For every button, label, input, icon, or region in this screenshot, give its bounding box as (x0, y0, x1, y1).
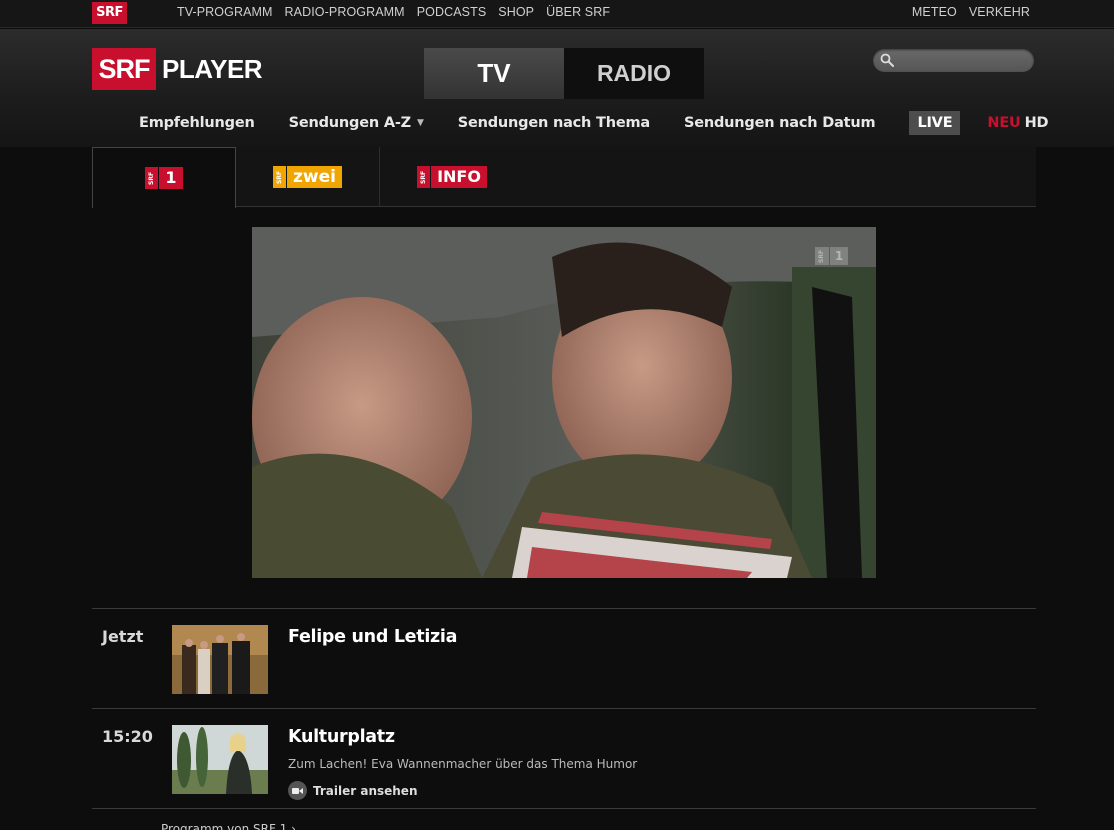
programme-list: Jetzt Felipe und Letizia 15:20 Kulturpla… (92, 608, 1036, 809)
channel-srf1[interactable]: SRF 1 (92, 147, 236, 208)
video-camera-icon (288, 781, 307, 800)
srf-zwei-logo-name: zwei (287, 166, 342, 188)
srf1-logo-srf: SRF (145, 167, 159, 189)
channel-watermark: SRF 1 (815, 247, 848, 265)
nav-sendungen-datum-label: Sendungen nach Datum (683, 115, 876, 131)
srf-info-logo-name: INFO (431, 166, 487, 188)
link-meteo[interactable]: METEO (912, 5, 957, 19)
programme-description: Zum Lachen! Eva Wannenmacher über das Th… (288, 757, 638, 771)
tab-radio[interactable]: RADIO (564, 48, 704, 99)
trailer-label: Trailer ansehen (313, 783, 418, 798)
nav-empfehlungen-label: Empfehlungen (139, 115, 255, 131)
search-box[interactable] (873, 49, 1034, 72)
srf-info-logo: SRF INFO (417, 166, 487, 188)
programme-time: Jetzt (102, 627, 144, 646)
srf-logo[interactable]: SRF (92, 2, 127, 24)
programme-row[interactable]: Jetzt Felipe und Letizia (92, 608, 1036, 708)
srf-zwei-logo-srf: SRF (273, 166, 287, 188)
watermark-num: 1 (830, 247, 848, 265)
trailer-link[interactable]: Trailer ansehen (288, 781, 418, 800)
watermark-srf: SRF (815, 247, 829, 265)
srf1-logo: SRF 1 (145, 167, 183, 189)
programme-time: 15:20 (102, 727, 153, 746)
search-input[interactable] (897, 51, 1027, 70)
programme-more-link[interactable]: Programm von SRF 1 › (161, 822, 296, 830)
caret-down-icon: ▼ (417, 118, 424, 128)
srf1-logo-name: 1 (159, 167, 183, 189)
utility-bar: SRF TV-PROGRAMM RADIO-PROGRAMM PODCASTS … (0, 0, 1114, 28)
srf-zwei-logo: SRF zwei (273, 166, 342, 188)
video-frame (252, 227, 876, 578)
nav-sendungen-thema-label: Sendungen nach Thema (457, 115, 650, 131)
nav-sendungen-a-z-label: Sendungen A-Z (288, 115, 412, 131)
utility-nav-left: TV-PROGRAMM RADIO-PROGRAMM PODCASTS SHOP… (177, 0, 622, 24)
nav-sendungen-datum[interactable]: Sendungen nach Datum (683, 115, 876, 131)
player-header: SRF PLAYER TV RADIO Empfehlungen Sendung… (0, 29, 1114, 147)
media-tabs: TV RADIO (424, 48, 704, 99)
nav-sendungen-a-z[interactable]: Sendungen A-Z ▼ (289, 115, 424, 131)
list-divider (92, 808, 1036, 809)
programme-thumbnail[interactable] (172, 725, 268, 794)
link-ueber-srf[interactable]: ÜBER SRF (546, 5, 610, 19)
tab-tv[interactable]: TV (424, 48, 564, 99)
main-nav: Empfehlungen Sendungen A-Z ▼ Sendungen n… (92, 99, 1049, 147)
srf-player-logo[interactable]: SRF PLAYER (92, 48, 263, 90)
link-verkehr[interactable]: VERKEHR (969, 5, 1030, 19)
neu-label: NEU (987, 115, 1021, 131)
nav-sendungen-thema[interactable]: Sendungen nach Thema (458, 115, 650, 131)
channel-tabs: SRF 1 SRF zwei SRF INFO (92, 147, 1036, 208)
nav-empfehlungen[interactable]: Empfehlungen (139, 115, 255, 131)
link-podcasts[interactable]: PODCASTS (417, 5, 487, 19)
link-radio-programm[interactable]: RADIO-PROGRAMM (285, 5, 405, 19)
nav-neu-hd[interactable]: NEU HD (987, 115, 1048, 131)
srf-info-logo-srf: SRF (417, 166, 431, 188)
srf-logo-mark: SRF (92, 48, 156, 90)
channel-srf-info[interactable]: SRF INFO (380, 147, 524, 207)
programme-title[interactable]: Kulturplatz (288, 727, 395, 747)
video-player[interactable]: SRF 1 (252, 227, 876, 578)
programme-title[interactable]: Felipe und Letizia (288, 627, 457, 647)
player-wordmark: PLAYER (162, 53, 263, 84)
channel-srf-zwei[interactable]: SRF zwei (236, 147, 380, 207)
search-icon[interactable] (880, 53, 894, 67)
hd-label: HD (1024, 115, 1049, 131)
utility-nav-right: METEO VERKEHR (912, 0, 1030, 24)
link-shop[interactable]: SHOP (498, 5, 534, 19)
programme-row[interactable]: 15:20 Kulturplatz Zum Lachen! Eva Wannen… (92, 708, 1036, 808)
link-tv-programm[interactable]: TV-PROGRAMM (177, 5, 273, 19)
nav-live[interactable]: LIVE (909, 111, 961, 135)
programme-thumbnail[interactable] (172, 625, 268, 694)
